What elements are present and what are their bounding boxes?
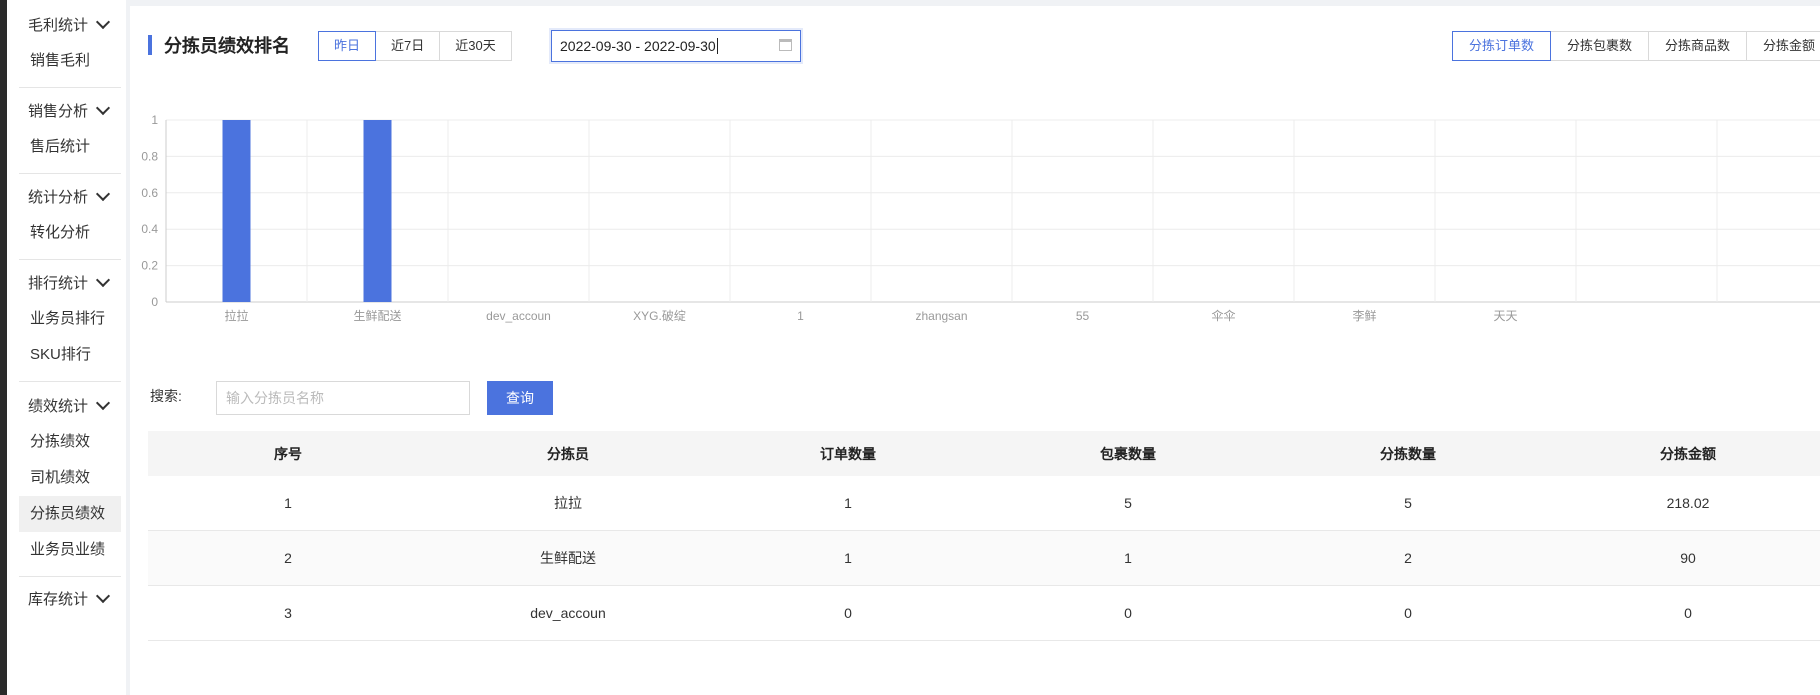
range-yesterday-button[interactable]: 昨日 [318,31,377,61]
sidebar-group-sales-analysis[interactable]: 销售分析 [28,100,111,121]
sidebar-item-sales-gross-profit[interactable]: 销售毛利 [19,43,121,79]
sidebar-item-conversion[interactable]: 转化分析 [19,215,121,251]
sidebar-group-label: 统计分析 [28,189,89,206]
table-cell: 5 [1268,476,1548,531]
chevron-down-icon [95,14,111,30]
sidebar-item-driver-performance[interactable]: 司机绩效 [19,460,121,496]
table-cell: 1 [988,530,1268,586]
sidebar-divider [19,259,121,260]
sidebar-group-inventory[interactable]: 库存统计 [28,588,111,609]
sidebar-edge [0,0,7,695]
table-row: 3 dev_accoun 0 0 0 0 [148,585,1820,641]
column-header: 包裹数量 [988,431,1268,476]
chevron-down-icon [95,272,111,288]
sidebar-divider [19,87,121,88]
column-header: 订单数量 [708,431,988,476]
x-tick-label: 生鲜配送 [353,308,401,323]
x-tick-label: 拉拉 [224,308,248,323]
table-header-row: 序号 分拣员 订单数量 包裹数量 分拣数量 分拣金额 [148,431,1820,476]
chevron-down-icon [95,186,111,202]
x-tick-label: dev_accoun [486,309,551,323]
table-row: 1 拉拉 1 5 5 218.02 [148,476,1820,531]
x-tick-label: 李鲜 [1352,308,1376,323]
y-tick-label: 1 [151,113,158,127]
table-cell: 0 [1268,585,1548,641]
sidebar-group-label: 绩效统计 [28,398,89,415]
table-cell: 90 [1548,530,1820,586]
sorter-bar-chart: 0 0.2 0.4 0.6 0.8 1 拉拉 生鲜配送 dev_accoun XYG.破绽 1 zha… [141,113,1820,323]
sidebar-divider [19,173,121,174]
x-tick-label: 1 [797,309,804,323]
chart-bar [222,120,251,302]
sorter-table: 序号 分拣员 订单数量 包裹数量 分拣数量 分拣金额 1 拉拉 1 5 5 21… [148,431,1820,641]
table-cell: 1 [708,476,988,531]
table-cell: 0 [1548,585,1820,641]
sorter-search-input[interactable] [216,381,470,415]
sidebar: 毛利统计 销售毛利 销售分析 售后统计 统计分析 转化分析 排行统计 业务员排行… [7,0,126,695]
table-cell: 1 [148,476,428,531]
sidebar-group-label: 毛利统计 [28,17,89,34]
sidebar-group-label: 排行统计 [28,275,89,292]
table-cell: 2 [148,530,428,586]
x-tick-label: 55 [1076,309,1090,323]
sidebar-divider [19,381,121,382]
y-tick-label: 0.2 [141,259,158,273]
sidebar-item-sku-ranking[interactable]: SKU排行 [19,337,121,373]
query-button[interactable]: 查询 [487,381,553,415]
sidebar-group-label: 库存统计 [28,591,89,608]
table-cell: 0 [988,585,1268,641]
table-cell: 0 [708,585,988,641]
y-tick-label: 0.6 [141,186,158,200]
table-cell: 拉拉 [428,476,708,531]
sidebar-item-sorter-performance[interactable]: 分拣员绩效 [19,496,121,532]
column-header: 分拣员 [428,431,708,476]
column-header: 分拣数量 [1268,431,1548,476]
sidebar-item-salesman-ranking[interactable]: 业务员排行 [19,301,121,337]
column-header: 分拣金额 [1548,431,1820,476]
main-panel: 分拣员绩效排名 昨日 近7日 近30天 2022-09-30 - 2022-09… [130,6,1820,695]
column-header: 序号 [148,431,428,476]
x-tick-label: 伞伞 [1211,308,1235,323]
table-cell: 218.02 [1548,476,1820,531]
chevron-down-icon [95,100,111,116]
sidebar-item-after-sales[interactable]: 售后统计 [19,129,121,165]
table-cell: 生鲜配送 [428,530,708,586]
x-tick-label: XYG.破绽 [633,308,686,323]
chevron-down-icon [95,395,111,411]
table-row: 2 生鲜配送 1 1 2 90 [148,530,1820,586]
y-tick-label: 0.8 [141,149,158,163]
x-tick-label: 天天 [1493,309,1517,323]
y-tick-label: 0.4 [141,222,158,236]
table-cell: 5 [988,476,1268,531]
sidebar-group-ranking[interactable]: 排行统计 [28,272,111,293]
sidebar-group-gross-profit[interactable]: 毛利统计 [28,14,111,35]
sidebar-item-salesman-performance[interactable]: 业务员业绩 [19,532,121,568]
chart-bar [363,120,392,302]
search-label: 搜索: [150,388,182,404]
x-tick-label: zhangsan [915,309,967,323]
sidebar-group-performance[interactable]: 绩效统计 [28,395,111,416]
chevron-down-icon [95,588,111,604]
table-cell: 3 [148,585,428,641]
sidebar-group-stat-analysis[interactable]: 统计分析 [28,186,111,207]
table-cell: 2 [1268,530,1548,586]
metric-sorted-orders-button[interactable]: 分拣订单数 [1452,31,1552,61]
sidebar-group-label: 销售分析 [28,103,89,120]
sidebar-item-sorting-performance[interactable]: 分拣绩效 [19,424,121,460]
table-cell: dev_accoun [428,585,708,641]
table-cell: 1 [708,530,988,586]
sidebar-divider [19,576,121,577]
y-tick-label: 0 [151,295,158,309]
